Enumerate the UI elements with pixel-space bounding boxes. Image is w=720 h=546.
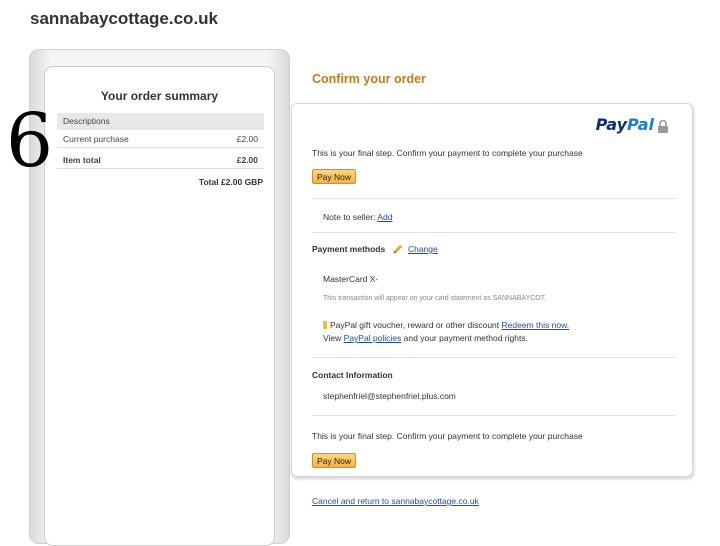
paypal-logo-pal: Pal <box>627 115 654 134</box>
policies-prefix: View <box>323 333 342 343</box>
redeem-link[interactable]: Redeem this now. <box>502 320 570 330</box>
confirm-title: Confirm your order <box>312 72 426 86</box>
note-to-seller: Note to seller: Add <box>323 212 392 222</box>
pencil-icon <box>393 245 402 254</box>
site-title: sannabaycottage.co.uk <box>30 9 219 28</box>
summary-row-value: £2.00 <box>236 154 258 165</box>
policies-row: View PayPal policies and your payment me… <box>323 333 528 343</box>
divider <box>312 198 676 199</box>
final-step-text-2: This is your final step. Confirm your pa… <box>312 431 583 441</box>
voucher-text: PayPal gift voucher, reward or other dis… <box>330 320 500 330</box>
order-summary-panel: Your order summary Descriptions Current … <box>44 66 275 546</box>
contact-title: Contact Information <box>312 370 393 380</box>
summary-row-label: Item total <box>63 154 101 165</box>
step-number: 6 <box>6 98 54 184</box>
summary-row-value: £2.00 <box>236 133 258 144</box>
divider <box>312 357 676 358</box>
summary-row-label: Current purchase <box>63 133 129 144</box>
summary-total: Total £2.00 GBP <box>198 177 263 187</box>
policies-suffix: and your payment method rights. <box>403 333 528 343</box>
paypal-logo: PayPal <box>596 115 654 134</box>
divider <box>312 415 676 416</box>
statement-note: This transaction will appear on your car… <box>323 295 547 302</box>
add-note-link[interactable]: Add <box>377 212 392 222</box>
lock-icon <box>658 119 668 133</box>
payment-methods-row: Payment methods Change <box>312 244 438 255</box>
paypal-policies-link[interactable]: PayPal policies <box>344 333 402 343</box>
change-payment-link[interactable]: Change <box>408 244 438 254</box>
paypal-logo-pay: Pay <box>595 115 628 134</box>
final-step-text: This is your final step. Confirm your pa… <box>312 148 583 158</box>
card-text: MasterCard X- <box>323 274 379 284</box>
voucher-row: PayPal gift voucher, reward or other dis… <box>323 320 569 330</box>
note-label: Note to seller: <box>323 212 376 222</box>
summary-row-current: Current purchase £2.00 <box>57 130 264 148</box>
contact-email: stephenfriel@stephenfriel.plus.com <box>323 391 456 401</box>
confirm-panel: PayPal This is your final step. Confirm … <box>291 103 693 477</box>
divider <box>312 232 676 233</box>
summary-row-item-total: Item total £2.00 <box>57 151 264 169</box>
payment-methods-title: Payment methods <box>312 244 386 254</box>
summary-header: Descriptions <box>57 113 264 130</box>
gift-icon <box>323 321 327 329</box>
pay-now-button[interactable]: Pay Now <box>312 169 357 184</box>
summary-title: Your order summary <box>100 89 219 103</box>
pay-now-button-2[interactable]: Pay Now <box>312 453 357 468</box>
cancel-return-link[interactable]: Cancel and return to sannabaycottage.co.… <box>312 496 479 506</box>
